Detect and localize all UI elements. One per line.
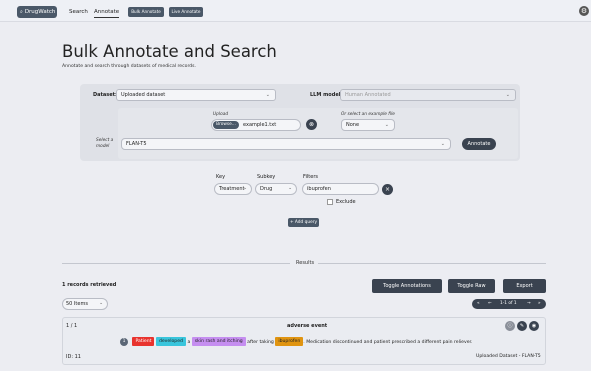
top-navbar: ⌕ DrugWatch Search Annotate Bulk Annotate… bbox=[0, 0, 591, 22]
subkey-label: Subkey bbox=[257, 174, 276, 180]
eye-icon[interactable]: ◉ bbox=[529, 321, 539, 331]
file-name: example1.txt bbox=[243, 122, 277, 128]
pagination: « ← 1-1 of 1 → » bbox=[472, 299, 546, 309]
subkey-select[interactable]: Drug ⌄ bbox=[255, 183, 297, 195]
exclude-checkbox[interactable] bbox=[327, 199, 333, 205]
chevron-down-icon: ⌄ bbox=[440, 141, 445, 147]
settings-gear-icon[interactable]: ⚙ bbox=[579, 6, 589, 16]
live-annotate-button[interactable]: Live Annotate bbox=[169, 7, 203, 17]
chevron-down-icon: ⌄ bbox=[505, 92, 510, 98]
text-a: a bbox=[187, 340, 191, 345]
clear-file-button[interactable]: ⊗ bbox=[306, 119, 317, 130]
filters-label: Filters bbox=[303, 174, 318, 180]
exclude-label: Exclude bbox=[336, 199, 356, 205]
chevron-down-icon: ⌄ bbox=[99, 301, 103, 306]
entity-number-icon: 1 bbox=[120, 337, 128, 346]
record-source: Uploaded Dataset - FLAN-T5 bbox=[476, 354, 541, 359]
divider bbox=[62, 263, 290, 264]
filter-input[interactable]: ibuprofen bbox=[302, 183, 379, 195]
chevron-down-icon: ⌄ bbox=[288, 186, 292, 191]
model-select-value: FLAN-T5 bbox=[126, 141, 147, 147]
text-rest: . Medication discontinued and patient pr… bbox=[303, 340, 473, 345]
model-select[interactable]: FLAN-T5 ⌄ bbox=[121, 138, 451, 150]
toggle-annotations-button[interactable]: Toggle Annotations bbox=[372, 279, 442, 293]
page-indicator: 1-1 of 1 bbox=[500, 301, 517, 306]
page-title: Bulk Annotate and Search bbox=[62, 42, 277, 61]
search-icon: ⌕ bbox=[20, 9, 23, 15]
example-file-select[interactable]: None ⌄ bbox=[341, 119, 395, 131]
key-value: Treatment bbox=[219, 186, 245, 192]
chevron-down-icon: ⌄ bbox=[384, 122, 389, 128]
items-per-page-value: 50 Items bbox=[66, 301, 88, 307]
records-retrieved: 1 records retrieved bbox=[62, 282, 117, 288]
llm-model-label: LLM model: bbox=[310, 92, 343, 98]
tag-ibuprofen[interactable]: ibuprofen bbox=[275, 337, 304, 346]
annotate-button[interactable]: Annotate bbox=[462, 138, 496, 150]
file-input[interactable]: Browse... example1.txt bbox=[211, 119, 301, 131]
remove-filter-button[interactable]: × bbox=[382, 184, 393, 195]
dataset-select-value: Uploaded dataset bbox=[121, 92, 166, 98]
divider bbox=[318, 263, 546, 264]
upload-label: Upload bbox=[213, 112, 229, 117]
chevron-down-icon: ⌄ bbox=[265, 92, 270, 98]
llm-model-value: Human Annotated bbox=[345, 92, 391, 98]
key-label: Key bbox=[216, 174, 226, 180]
tag-developed[interactable]: developed bbox=[155, 337, 186, 346]
llm-model-select: Human Annotated ⌄ bbox=[340, 89, 516, 101]
record-counter: 1 / 1 bbox=[66, 323, 78, 329]
brand-logo[interactable]: ⌕ DrugWatch bbox=[17, 6, 57, 18]
last-page-button[interactable]: » bbox=[538, 299, 541, 309]
info-icon[interactable]: ⓘ bbox=[505, 321, 515, 331]
toggle-raw-button[interactable]: Toggle Raw bbox=[448, 279, 495, 293]
brand-name: DrugWatch bbox=[24, 9, 56, 15]
upload-section bbox=[118, 108, 518, 159]
next-page-button[interactable]: → bbox=[527, 299, 531, 309]
add-query-button[interactable]: + Add query bbox=[288, 218, 319, 227]
example-file-label: Or select an example file bbox=[341, 112, 395, 117]
bulk-annotate-button[interactable]: Bulk Annotate bbox=[128, 7, 164, 17]
prev-page-button[interactable]: ← bbox=[488, 299, 492, 309]
record-text: 1 Patient developed a skin rash and itch… bbox=[120, 337, 472, 348]
nav-annotate-link[interactable]: Annotate bbox=[94, 7, 120, 18]
key-select[interactable]: Treatment ⌄ bbox=[214, 183, 252, 195]
record-id: ID: 11 bbox=[66, 354, 81, 360]
subkey-value: Drug bbox=[260, 186, 273, 192]
chevron-down-icon: ⌄ bbox=[243, 186, 247, 191]
page-subtitle: Annotate and search through datasets of … bbox=[62, 64, 197, 69]
items-per-page-select[interactable]: 50 Items ⌄ bbox=[62, 298, 108, 310]
example-file-value: None bbox=[346, 122, 360, 128]
dataset-select[interactable]: Uploaded dataset ⌄ bbox=[116, 89, 276, 101]
nav-search-link[interactable]: Search bbox=[69, 7, 88, 17]
export-button[interactable]: Export bbox=[503, 279, 546, 293]
dataset-label: Dataset: bbox=[93, 92, 118, 98]
edit-icon[interactable]: ✎ bbox=[517, 321, 527, 331]
tag-patient[interactable]: Patient bbox=[132, 337, 155, 346]
results-label: Results bbox=[296, 260, 315, 266]
text-after-taking: after taking bbox=[247, 340, 274, 345]
record-title: adverse event bbox=[287, 323, 328, 329]
browse-button[interactable]: Browse... bbox=[213, 121, 239, 129]
first-page-button[interactable]: « bbox=[477, 299, 480, 309]
tag-skin-rash[interactable]: skin rash and itching bbox=[191, 337, 246, 346]
select-model-label: Select a model bbox=[96, 138, 114, 149]
